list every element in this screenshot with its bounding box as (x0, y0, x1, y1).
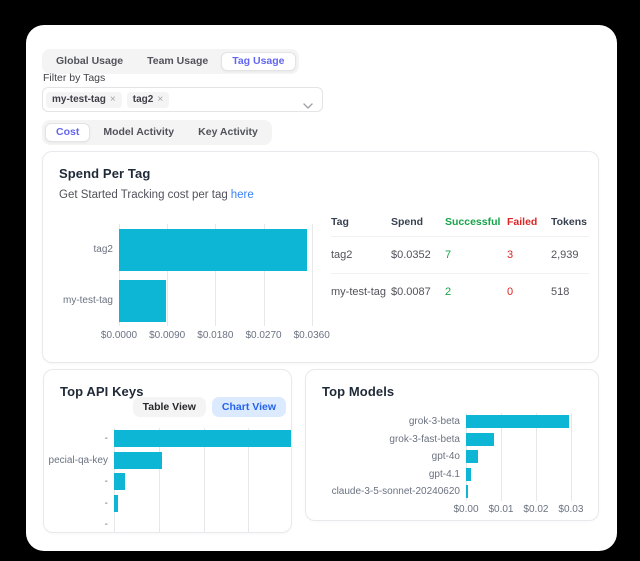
top-models-title: Top Models (322, 384, 394, 399)
axis-tick-label: $0.0000 (101, 330, 137, 341)
tag-chip-label: tag2 (133, 94, 154, 105)
table-cell-successful: 7 (445, 237, 507, 274)
table-header-successful: Successful (445, 212, 507, 237)
axis-tick-label: $0.02 (523, 504, 548, 515)
axis-tick-label: $0.00 (453, 504, 478, 515)
filter-by-tags-label: Filter by Tags (43, 72, 105, 84)
chart-category-label: - (44, 493, 114, 515)
here-link[interactable]: here (231, 189, 254, 201)
chart-category-label: gpt-4.1 (318, 466, 466, 484)
spend-per-tag-card: Spend Per Tag Get Started Tracking cost … (42, 151, 599, 363)
chart-plot-area (114, 428, 292, 533)
chart-bar-tag2 (119, 229, 307, 271)
top-models-chart: grok-3-betagrok-3-fast-betagpt-4ogpt-4.1… (318, 413, 594, 521)
table-cell-tokens: 2,939 (551, 237, 589, 274)
table-header-tokens: Tokens (551, 212, 589, 237)
top-models-card: Top Models grok-3-betagrok-3-fast-betagp… (305, 369, 599, 521)
chart-category-label: claude-3-5-sonnet-20240620 (318, 483, 466, 501)
tab-key-activity[interactable]: Key Activity (187, 123, 269, 142)
axis-tick-label: $0.0360 (294, 330, 330, 341)
chart-category-label: - (44, 428, 114, 450)
usage-tabs: Global UsageTeam UsageTag Usage (42, 49, 299, 74)
axis-tick-label: $0.03 (558, 504, 583, 515)
top-api-keys-title: Top API Keys (60, 384, 144, 399)
chart-category-label: tag2 (49, 224, 119, 275)
table-view-button[interactable]: Table View (133, 397, 206, 417)
remove-tag-icon[interactable]: × (110, 94, 116, 105)
tag-chip-tag2: tag2× (127, 92, 169, 108)
chart-plot-area: $0.00$0.01$0.02$0.03 (466, 413, 594, 501)
view-toggle-buttons: Table View Chart View (133, 397, 286, 417)
chart-bar- (114, 430, 292, 447)
chart-bar- (114, 473, 125, 490)
view-tabs: CostModel ActivityKey Activity (42, 120, 272, 145)
chart-view-button[interactable]: Chart View (212, 397, 286, 417)
table-header-tag: Tag (331, 212, 391, 237)
axis-tick-label: $0.0090 (149, 330, 185, 341)
gridline (312, 224, 313, 326)
table-cell-failed: 3 (507, 237, 551, 274)
chevron-down-icon[interactable] (303, 96, 313, 114)
table-cell-tokens: 518 (551, 274, 589, 310)
tag-filter-select[interactable]: my-test-tag×tag2× (42, 87, 323, 112)
chart-category-label: gpt-4o (318, 448, 466, 466)
table-cell-failed: 0 (507, 274, 551, 310)
tag-chip-list: my-test-tag×tag2× (46, 92, 169, 108)
chart-bar-grok-3-beta (466, 415, 569, 428)
gridline (571, 413, 572, 501)
axis-tick-label: $0.0180 (197, 330, 233, 341)
table-cell-successful: 2 (445, 274, 507, 310)
table-header-failed: Failed (507, 212, 551, 237)
table-cell-spend: $0.0087 (391, 274, 445, 310)
axis-tick-label: $0.0270 (245, 330, 281, 341)
tab-tag-usage[interactable]: Tag Usage (221, 52, 295, 71)
chart-category-label: grok-3-fast-beta (318, 431, 466, 449)
tag-chip-label: my-test-tag (52, 94, 106, 105)
tab-cost[interactable]: Cost (45, 123, 90, 142)
tag-chip-my-test-tag: my-test-tag × (46, 92, 122, 108)
chart-bar-grok-3-fast-beta (466, 433, 494, 446)
chart-category-label: my-test-tag (49, 275, 119, 326)
tab-global-usage[interactable]: Global Usage (45, 52, 134, 71)
tab-team-usage[interactable]: Team Usage (136, 52, 219, 71)
chart-bar-pecial-qa-key (114, 452, 162, 469)
spend-per-tag-table: TagSpendSuccessfulFailedTokenstag2$0.035… (331, 212, 584, 310)
spend-per-tag-chart: tag2my-test-tag$0.0000$0.0090$0.0180$0.0… (49, 224, 316, 346)
axis-tick-label: $0.01 (488, 504, 513, 515)
chart-category-label: - (44, 514, 114, 533)
chart-category-label: grok-3-beta (318, 413, 466, 431)
chart-bar-claude-3-5-sonnet-20240620 (466, 485, 468, 498)
subtitle-text: Get Started Tracking cost per tag (59, 189, 228, 201)
dashboard-window: Global UsageTeam UsageTag Usage Filter b… (26, 25, 617, 551)
table-cell-spend: $0.0352 (391, 237, 445, 274)
remove-tag-icon[interactable]: × (157, 94, 163, 105)
tab-model-activity[interactable]: Model Activity (92, 123, 185, 142)
spend-per-tag-subtitle: Get Started Tracking cost per taghere (59, 189, 254, 201)
top-api-keys-chart: -pecial-qa-key--- (44, 428, 292, 533)
chart-bar- (114, 495, 118, 512)
top-api-keys-card: Top API Keys Table ViewChart View -pecia… (43, 369, 292, 533)
spend-per-tag-title: Spend Per Tag (59, 166, 150, 181)
chart-bar-gpt-4-1 (466, 468, 471, 481)
chart-plot-area: $0.0000$0.0090$0.0180$0.0270$0.0360 (119, 224, 316, 326)
chart-bar-gpt-4o (466, 450, 478, 463)
chart-category-label: pecial-qa-key (44, 450, 114, 472)
chart-bar-my-test-tag (119, 280, 166, 322)
table-header-spend: Spend (391, 212, 445, 237)
chart-category-label: - (44, 471, 114, 493)
table-cell-tag: tag2 (331, 237, 391, 274)
table-cell-tag: my-test-tag (331, 274, 391, 310)
